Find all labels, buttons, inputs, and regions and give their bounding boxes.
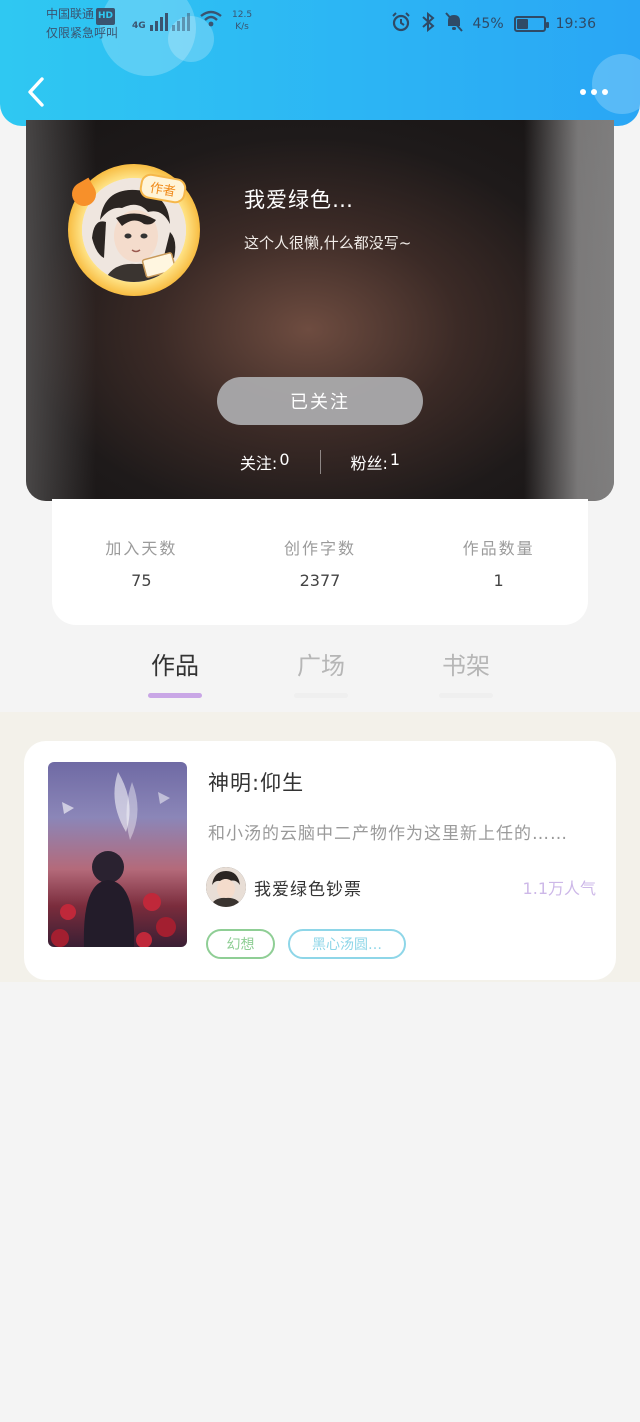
speed-value: 12.5	[232, 10, 253, 20]
work-cover-image[interactable]	[48, 762, 187, 947]
tab-bookshelf[interactable]: 书架	[426, 646, 506, 698]
following-value: 0	[279, 450, 290, 469]
counts-divider	[319, 450, 321, 474]
hd-badge: HD	[96, 8, 116, 25]
more-dot-icon	[602, 89, 608, 95]
wifi-icon	[199, 10, 222, 31]
author-avatar[interactable]	[206, 867, 246, 907]
chevron-left-icon	[28, 77, 44, 107]
user-bio: 这个人很懒,什么都没写~	[244, 234, 412, 252]
carrier-info: 中国联通 HD 仅限紧急呼叫	[46, 6, 118, 42]
work-author-row: 我爱绿色钞票 1.1万人气	[206, 867, 596, 907]
profile-card: 作者 我爱绿色… 这个人很懒,什么都没写~ 已关注 关注: 0 粉丝: 1	[26, 120, 614, 501]
battery-fill	[516, 19, 529, 29]
tab-label: 书架	[442, 652, 490, 680]
status-right: 45% 19:36	[391, 11, 596, 36]
tab-indicator	[294, 693, 348, 698]
battery-icon	[513, 16, 549, 32]
content-tabs: 作品 广场 书架	[0, 640, 640, 712]
signal-2-icon	[171, 11, 190, 31]
tab-label: 广场	[297, 652, 345, 680]
more-dot-icon	[580, 89, 586, 95]
emergency-text: 仅限紧急呼叫	[46, 26, 119, 40]
work-card[interactable]: 神明:仰生 和小汤的云脑中二产物作为这里新上任的…… 我爱绿色钞票 1.1万人气…	[24, 741, 616, 980]
stat-label: 作品数量	[462, 539, 535, 558]
follow-counts: 关注: 0 粉丝: 1	[26, 450, 614, 474]
carrier-name: 中国联通	[46, 7, 95, 21]
back-button[interactable]	[18, 72, 54, 112]
stat-value: 2377	[299, 571, 341, 590]
stat-join-days: 加入天数 75	[61, 535, 221, 625]
more-options-button[interactable]	[574, 80, 614, 104]
stat-value: 75	[131, 571, 152, 590]
stat-word-count: 创作字数 2377	[240, 535, 400, 625]
work-popularity: 1.1万人气	[522, 879, 596, 898]
network-type: 4G	[132, 21, 146, 31]
stats-panel: 加入天数 75 创作字数 2377 作品数量 1	[52, 499, 588, 625]
speed-unit: K/s	[235, 22, 249, 32]
follow-button[interactable]: 已关注	[217, 377, 423, 425]
signal-icon	[149, 11, 168, 31]
work-description: 和小汤的云脑中二产物作为这里新上任的……	[208, 824, 568, 844]
work-title[interactable]: 神明:仰生	[208, 767, 304, 797]
battery-percent: 45%	[472, 16, 504, 32]
fans-label: 粉丝:	[350, 454, 388, 473]
stat-work-count: 作品数量 1	[419, 535, 579, 625]
tab-indicator	[148, 693, 202, 698]
tab-indicator	[439, 693, 493, 698]
alarm-icon	[391, 12, 411, 36]
fans-count[interactable]: 粉丝: 1	[351, 450, 401, 474]
tag-group[interactable]: 黑心汤圆…	[288, 929, 406, 959]
more-dot-icon	[591, 89, 597, 95]
work-author-name[interactable]: 我爱绿色钞票	[254, 875, 362, 900]
tag-fantasy[interactable]: 幻想	[206, 929, 275, 959]
status-bar: 中国联通 HD 仅限紧急呼叫 4G 12.5 K/s 45% 19:36	[0, 6, 640, 42]
username: 我爱绿色…	[244, 188, 354, 212]
stat-label: 加入天数	[105, 539, 178, 558]
tab-plaza[interactable]: 广场	[281, 646, 361, 698]
mute-bell-icon	[444, 12, 463, 36]
tab-label: 作品	[151, 652, 199, 680]
network-speed: 12.5 K/s	[232, 9, 252, 33]
bluetooth-icon	[421, 11, 435, 36]
following-count[interactable]: 关注: 0	[240, 450, 290, 474]
clock-time: 19:36	[555, 16, 596, 32]
tab-works[interactable]: 作品	[135, 646, 215, 698]
network-indicator: 4G	[132, 10, 222, 31]
following-label: 关注:	[239, 454, 278, 473]
stat-value: 1	[493, 571, 504, 590]
fans-value: 1	[389, 450, 401, 469]
stat-label: 创作字数	[283, 539, 356, 558]
avatar[interactable]: 作者	[67, 164, 200, 296]
header: 中国联通 HD 仅限紧急呼叫 4G 12.5 K/s 45% 19:36	[0, 0, 640, 126]
